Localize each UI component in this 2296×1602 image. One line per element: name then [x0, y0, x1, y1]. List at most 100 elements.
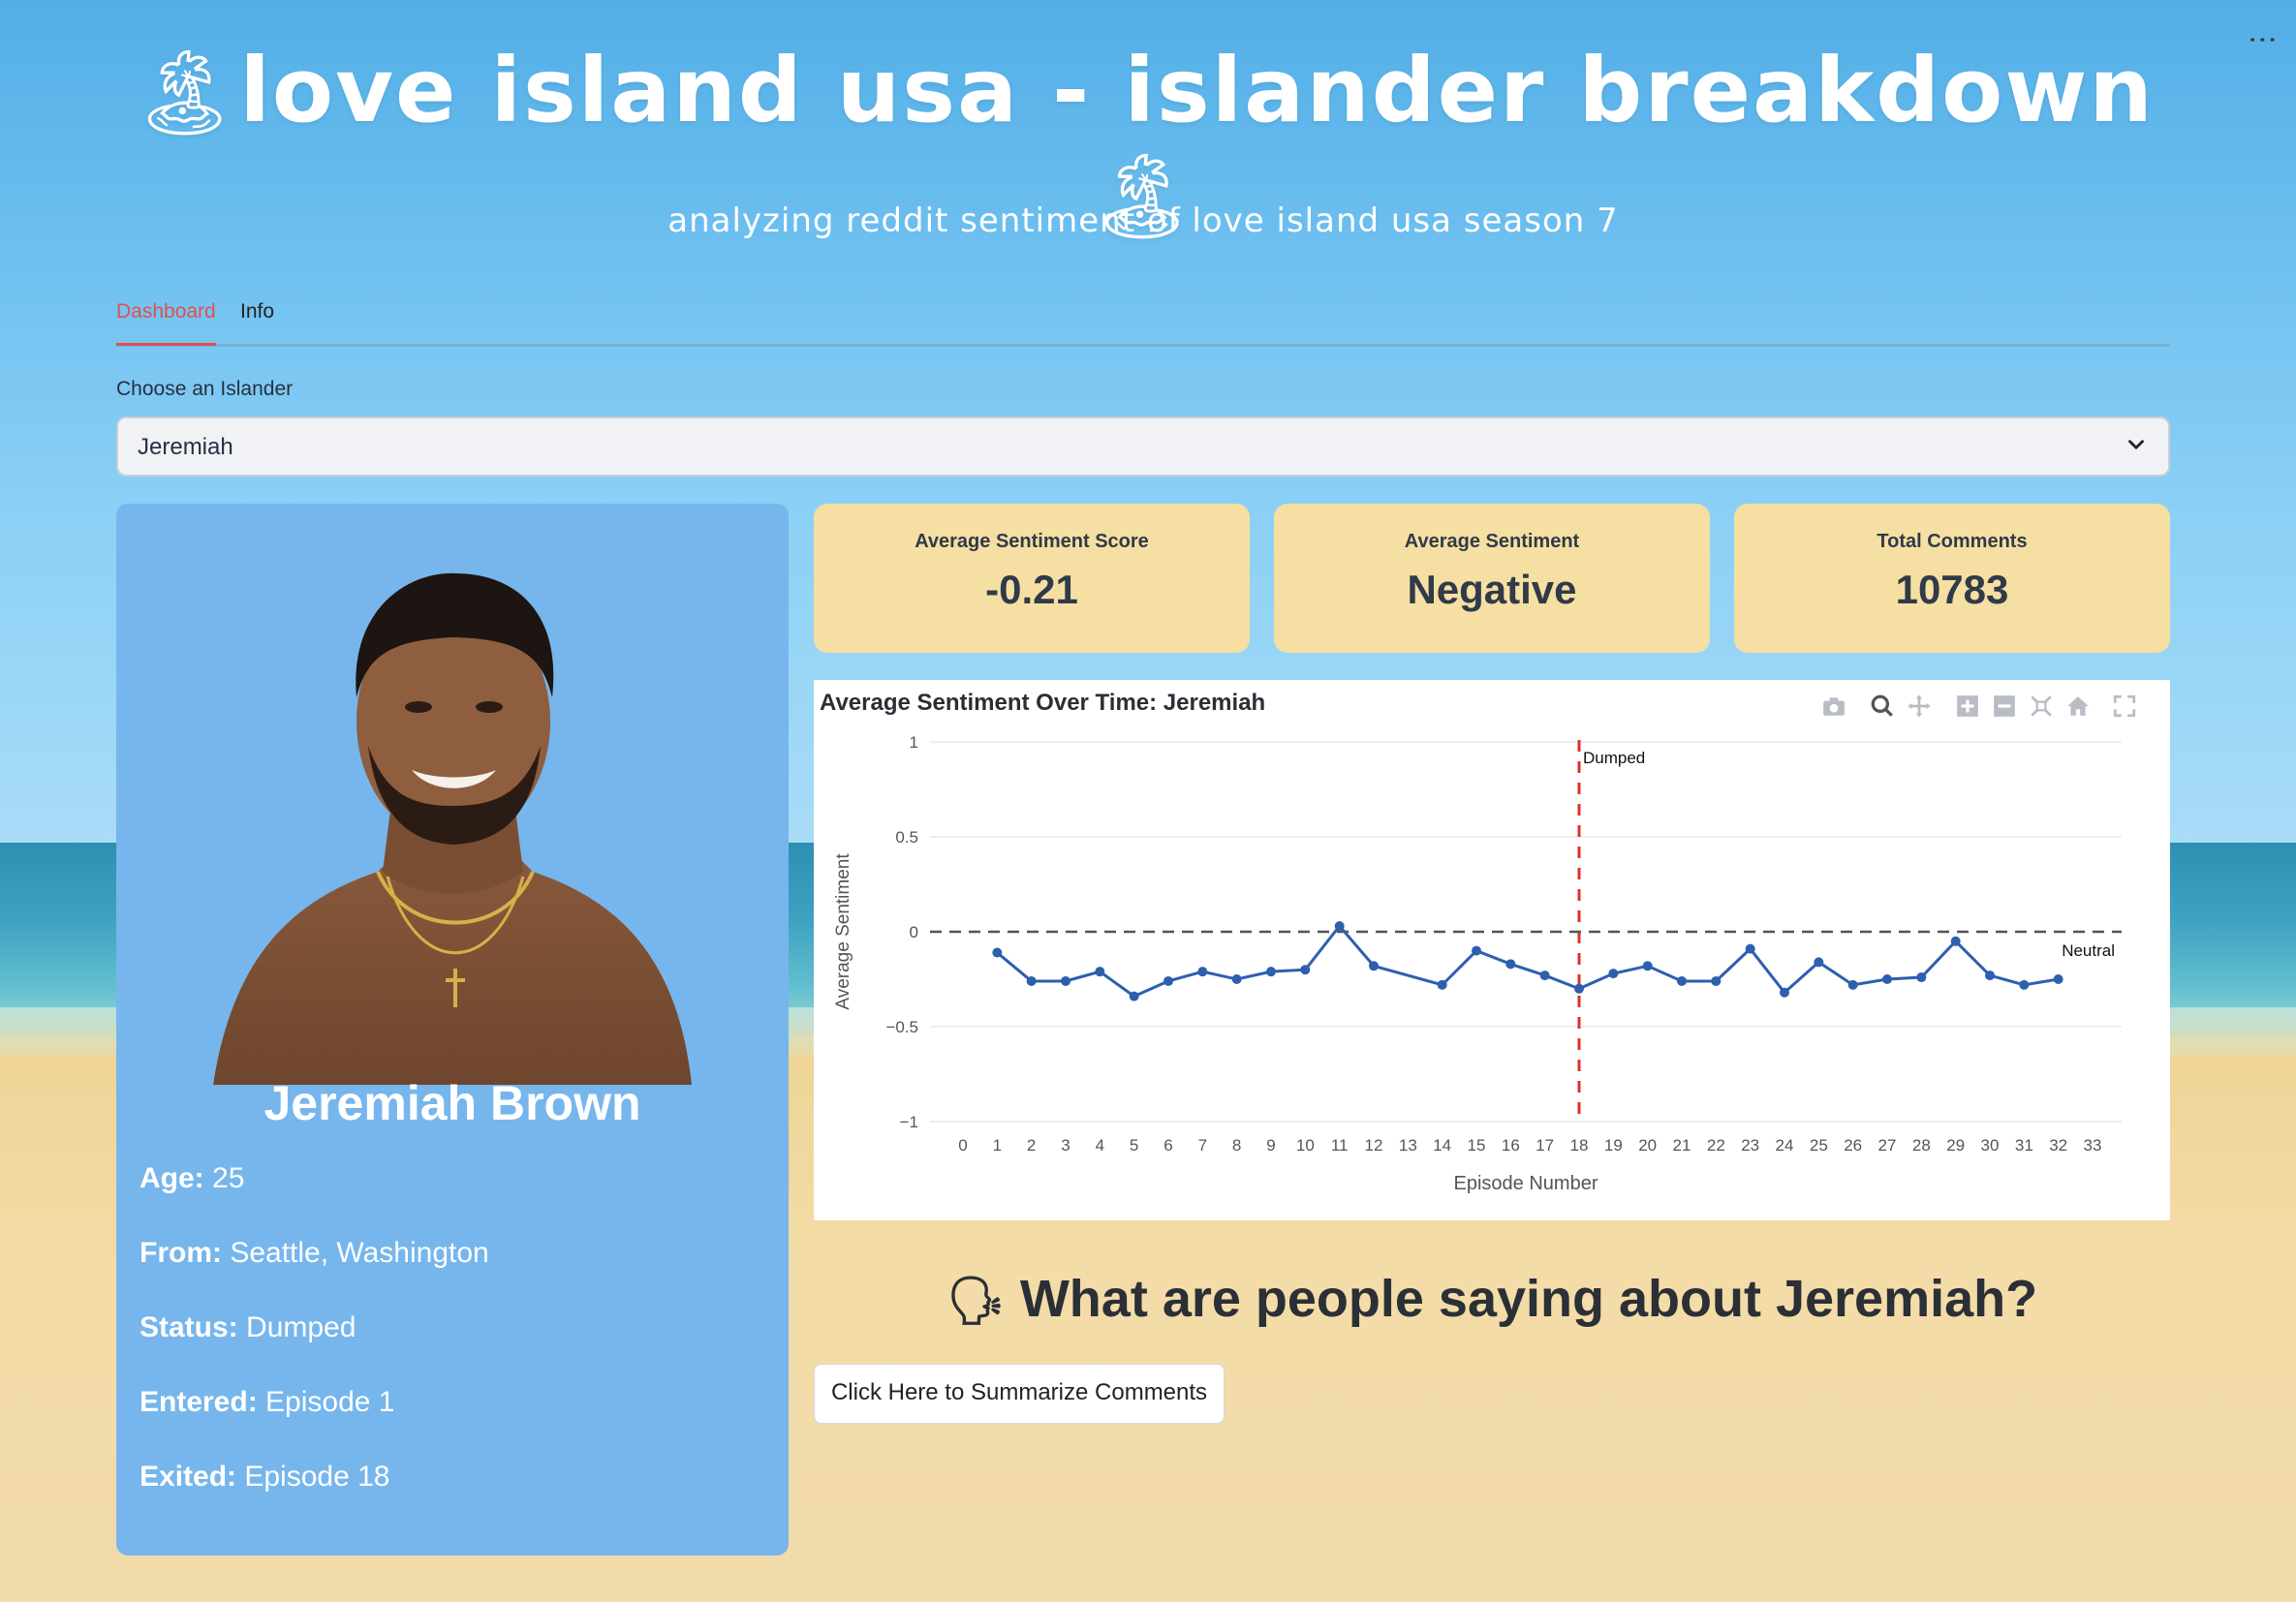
y-axis-title: Average Sentiment [833, 853, 853, 1010]
data-point [1847, 979, 1858, 990]
x-tick-label: 11 [1331, 1136, 1349, 1155]
x-tick-label: 0 [958, 1136, 967, 1155]
data-point [1745, 943, 1755, 954]
islander-name: Jeremiah Brown [264, 1076, 641, 1130]
data-point [992, 947, 1003, 958]
islander-select-value: Jeremiah [138, 434, 233, 460]
fact-from: From: Seattle, Washington [140, 1237, 760, 1311]
x-tick-label: 28 [1912, 1136, 1931, 1155]
x-tick-label: 2 [1027, 1136, 1036, 1155]
data-point [1095, 967, 1105, 977]
data-point [1334, 921, 1345, 932]
data-point [1437, 979, 1447, 990]
fact-value: Episode 1 [257, 1386, 395, 1418]
metric-label: Average Sentiment [1404, 531, 1580, 552]
neutral-label: Neutral [2062, 941, 2115, 960]
page-title-text: love island usa - islander breakdown [239, 39, 2155, 142]
islander-select[interactable]: Jeremiah [116, 416, 2170, 477]
data-point [1061, 975, 1070, 986]
data-point [1369, 961, 1379, 971]
x-tick-label: 19 [1604, 1136, 1623, 1155]
x-tick-label: 25 [1810, 1136, 1828, 1155]
data-point [1197, 967, 1208, 977]
data-point [1814, 957, 1824, 968]
x-tick-label: 17 [1536, 1136, 1554, 1155]
data-point [1780, 987, 1789, 998]
sentiment-line-chart: 10.50−0.5−10 1 2 3 4 5 6 7 8 9 10 11 12 13 14 15 16 17 18 1… [833, 733, 2122, 1194]
x-tick-label: 5 [1130, 1136, 1138, 1155]
x-axis-title: Episode Number [1454, 1173, 1598, 1194]
app-menu-icon[interactable]: ⋮ [2246, 25, 2280, 52]
data-point [1266, 967, 1276, 977]
fact-key: Exited: [140, 1461, 237, 1493]
sentiment-series-line [996, 923, 2059, 999]
page-subtitle: analyzing reddit sentiment of love islan… [667, 201, 1619, 240]
tab-bar: Dashboard Info [116, 293, 2170, 347]
comments-heading: 🗣 What are people saying about Jeremiah? [814, 1269, 2170, 1329]
x-tick-label: 18 [1570, 1136, 1589, 1155]
data-point [1300, 965, 1311, 975]
islander-profile-card: Jeremiah Brown Age: 25 From: Seattle, Wa… [116, 504, 789, 1556]
x-tick-label: 22 [1707, 1136, 1725, 1155]
y-tick-label: −1 [900, 1113, 918, 1131]
x-tick-label: 9 [1266, 1136, 1275, 1155]
x-tick-label: 20 [1638, 1136, 1657, 1155]
x-tick-label: 21 [1673, 1136, 1691, 1155]
fact-key: Entered: [140, 1386, 258, 1418]
y-tick-label: 0.5 [895, 828, 918, 847]
islander-facts: Age: 25 From: Seattle, Washington Status… [140, 1162, 760, 1535]
summarize-comments-button[interactable]: Click Here to Summarize Comments [814, 1364, 1225, 1424]
x-tick-label: 8 [1232, 1136, 1241, 1155]
x-tick-label: 29 [1946, 1136, 1965, 1155]
fact-value: Dumped [237, 1311, 357, 1343]
data-point [2053, 974, 2063, 984]
fact-value: Seattle, Washington [222, 1237, 489, 1269]
metric-value: Negative [1407, 567, 1577, 612]
data-point [1916, 972, 1927, 983]
data-point [1574, 983, 1584, 994]
tab-info[interactable]: Info [240, 300, 274, 343]
metric-value: 10783 [1895, 567, 2009, 612]
x-tick-label: 15 [1468, 1136, 1486, 1155]
tab-dashboard[interactable]: Dashboard [116, 300, 216, 346]
data-point [1950, 936, 1961, 946]
data-point [1026, 975, 1037, 986]
x-tick-label: 13 [1399, 1136, 1417, 1155]
data-point [1608, 969, 1619, 979]
islander-portrait [213, 572, 692, 1085]
data-point [1231, 974, 1242, 984]
data-point [1539, 970, 1550, 981]
data-point [1129, 991, 1139, 1001]
metric-value: -0.21 [985, 567, 1078, 612]
chevron-down-icon[interactable] [2124, 432, 2149, 457]
sentiment-chart-card: Average Sentiment Over Time: Jeremiah 10… [814, 680, 2170, 1220]
metric-card-comments: Total Comments 10783 [1734, 504, 2170, 653]
y-tick-label: 1 [910, 733, 918, 752]
x-tick-label: 32 [2049, 1136, 2067, 1155]
x-tick-label: 10 [1296, 1136, 1315, 1155]
x-tick-label: 1 [993, 1136, 1002, 1155]
fact-value: 25 [203, 1162, 245, 1194]
x-tick-label: 14 [1433, 1136, 1451, 1155]
data-point [1472, 945, 1481, 956]
x-tick-label: 26 [1844, 1136, 1862, 1155]
x-tick-label: 16 [1502, 1136, 1520, 1155]
fact-entered: Entered: Episode 1 [140, 1386, 760, 1461]
x-tick-label: 3 [1061, 1136, 1070, 1155]
x-tick-label: 30 [1981, 1136, 2000, 1155]
data-point [1882, 974, 1892, 984]
y-tick-label: −0.5 [885, 1018, 918, 1036]
comments-heading-text: What are people saying about Jeremiah? [1019, 1270, 2038, 1328]
fact-key: Age: [140, 1162, 204, 1194]
x-tick-label: 4 [1096, 1136, 1104, 1155]
dumped-label: Dumped [1583, 749, 1645, 767]
y-tick-label: 0 [910, 923, 918, 941]
fact-key: From: [140, 1237, 222, 1269]
palm-island-icon: 🏝 [132, 45, 240, 141]
data-point [1677, 975, 1687, 986]
fact-value: Episode 18 [236, 1461, 390, 1493]
fact-exited: Exited: Episode 18 [140, 1461, 760, 1535]
x-tick-label: 12 [1365, 1136, 1383, 1155]
data-point [2019, 979, 2030, 990]
data-point [1711, 975, 1722, 986]
